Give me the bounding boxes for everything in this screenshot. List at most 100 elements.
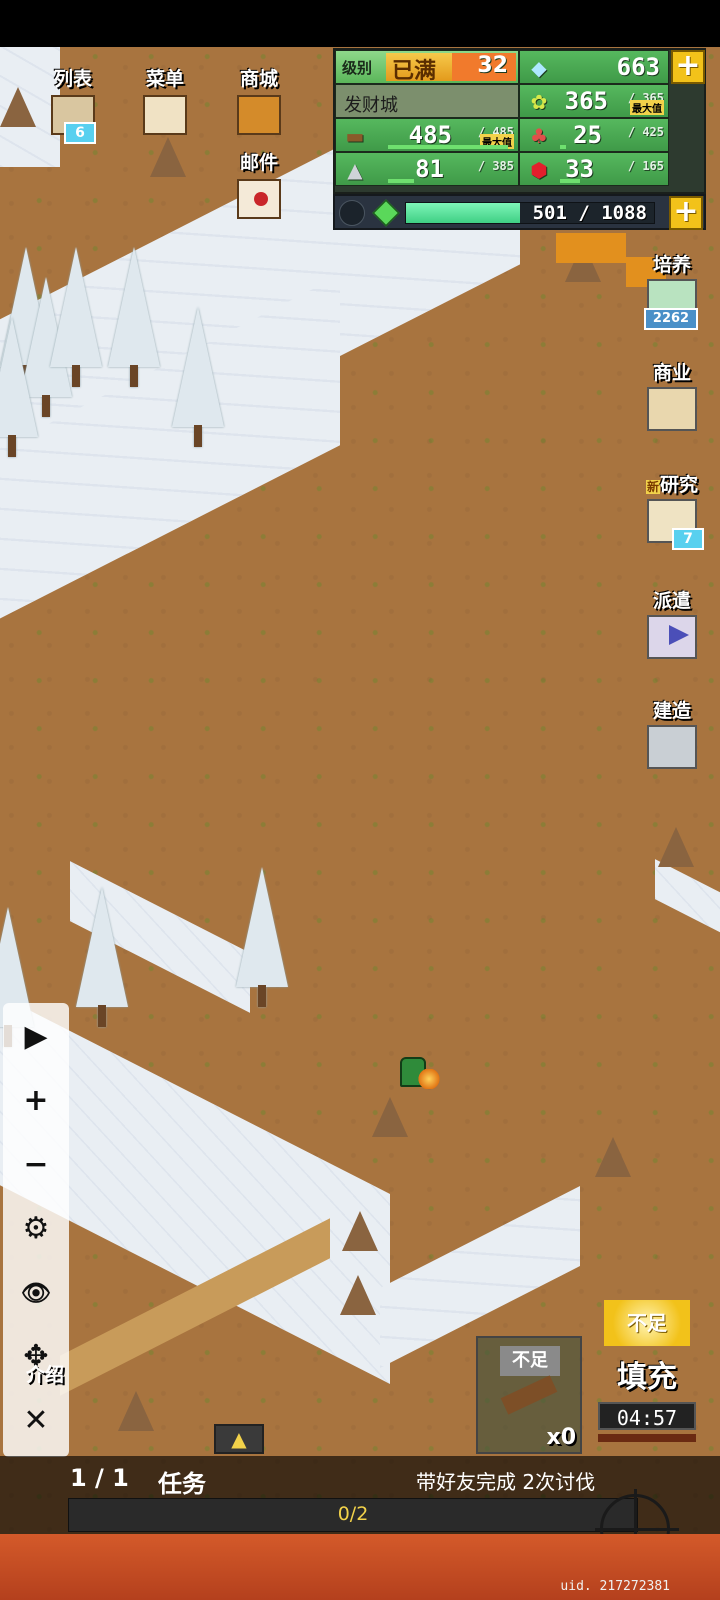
rock-spike — [340, 1275, 376, 1315]
new-tag: 新 — [645, 480, 660, 494]
business-label: 商业 — [652, 362, 691, 384]
hammer-icon — [500, 1375, 558, 1415]
ore-bar — [388, 179, 414, 183]
research-badge: 7 — [672, 528, 704, 550]
rock-spike — [0, 87, 36, 127]
grain-cell[interactable]: ✿ 365 / 365 最大值 — [519, 84, 669, 118]
wood-bar — [388, 145, 508, 149]
ore-icon: ▲ — [347, 158, 363, 182]
green-gem-icon — [372, 199, 400, 227]
level-value: 32 — [452, 53, 516, 81]
food-value: 25 — [573, 121, 602, 149]
ore-max: / 385 — [477, 159, 514, 173]
settings-icon[interactable]: ⚙ — [3, 1201, 69, 1257]
expand-arrow-button[interactable]: ▲ — [214, 1424, 264, 1454]
grain-icon: ✿ — [530, 90, 548, 114]
town-name-cell[interactable]: 发财城 — [335, 84, 519, 118]
gems-cell[interactable]: ◆ 663 — [519, 50, 669, 84]
dispatch-button[interactable]: 派遣 — [642, 586, 702, 659]
intro-label: 介绍 — [26, 1364, 65, 1386]
ruby-max: / 165 — [627, 159, 664, 173]
level-cell[interactable]: 级别 已满 32 — [335, 50, 519, 84]
hide-icon[interactable]: 👁 — [3, 1265, 69, 1321]
snow-tree — [50, 247, 102, 387]
train-badge: 2262 — [644, 308, 698, 330]
rock-spike — [118, 1391, 154, 1431]
fill-timer: 04:57 — [598, 1402, 696, 1430]
business-button[interactable]: 商业 — [642, 358, 702, 431]
food-cell[interactable]: ♣ 25 / 425 — [519, 118, 669, 152]
task-description: 带好友完成 2次讨伐 — [416, 1470, 596, 1494]
research-label: 新研究 — [645, 474, 699, 496]
town-name: 发财城 — [344, 95, 398, 116]
fill-label: 填充 — [617, 1360, 677, 1395]
train-label: 培养 — [652, 254, 691, 276]
train-button[interactable]: 培养 2262 — [642, 250, 702, 330]
task-counter: 1 / 1 — [70, 1464, 129, 1492]
zoom-out-icon[interactable]: − — [3, 1137, 69, 1193]
ore-cell[interactable]: ▲ 81 / 385 — [335, 152, 519, 186]
food-icon: ♣ — [530, 124, 548, 148]
close-icon[interactable]: ✕ — [3, 1393, 69, 1449]
buy-energy-button[interactable]: + — [669, 196, 703, 230]
lava-patch — [556, 233, 626, 263]
ore-value: 81 — [415, 155, 444, 183]
floating-controls: ▶ + − ⚙ 👁 ✥ ✕ — [3, 1003, 69, 1457]
snow-tree — [236, 867, 288, 1007]
research-button[interactable]: 新研究 7 — [642, 470, 704, 550]
level-label: 级别 — [342, 59, 373, 77]
dispatch-label: 派遣 — [652, 590, 691, 612]
list-badge: 6 — [64, 122, 96, 144]
list-menu-button[interactable]: 列表 6 — [38, 64, 108, 144]
grain-value: 365 — [564, 87, 608, 115]
gems-value: 663 — [616, 53, 660, 81]
hammer-item-card[interactable]: 不足 x0 — [476, 1336, 582, 1454]
campfire — [418, 1069, 440, 1089]
energy-text: 501 / 1088 — [532, 202, 647, 224]
mail-button[interactable]: 邮件 — [224, 148, 294, 219]
build-button[interactable]: 建造 — [642, 696, 702, 769]
task-progress-text: 0/2 — [337, 1503, 369, 1525]
energy-bar[interactable]: 501 / 1088 + — [333, 194, 706, 230]
signboard-icon — [143, 95, 187, 135]
snow-patch — [655, 859, 720, 935]
diamond-icon: ◆ — [531, 56, 547, 80]
zoom-in-icon[interactable]: + — [3, 1073, 69, 1129]
buy-gems-button[interactable]: + — [671, 50, 705, 84]
rock-spike — [150, 137, 186, 177]
rock-spike — [595, 1137, 631, 1177]
log-icon: ▬ — [345, 124, 365, 148]
fill-button[interactable]: 不足 填充 04:57 — [590, 1296, 704, 1452]
ruby-bar — [560, 179, 580, 183]
list-label: 列表 — [53, 68, 92, 90]
resource-panel: 级别 已满 32 ◆ 663 发财城 ✿ 365 / 365 最大值 ▬ 485… — [333, 48, 706, 194]
food-bar — [560, 145, 566, 149]
flag-icon — [647, 615, 697, 659]
shop-label: 商城 — [239, 68, 278, 90]
rock-spike — [372, 1097, 408, 1137]
menu-label: 菜单 — [145, 68, 184, 90]
build-label: 建造 — [652, 700, 691, 722]
task-label: 任务 — [158, 1470, 206, 1498]
menu-button[interactable]: 菜单 — [130, 64, 200, 135]
insufficient-tag: 不足 — [500, 1346, 560, 1376]
wax-seal-icon — [254, 192, 268, 206]
ruby-icon: ⬢ — [530, 158, 548, 182]
hammer-icon — [647, 725, 697, 769]
shop-button[interactable]: 商城 — [224, 64, 294, 135]
fill-timer-bar — [598, 1434, 696, 1442]
grain-max-tag: 最大值 — [630, 100, 664, 115]
envelope-icon — [237, 179, 281, 219]
uid-text: uid. 217272381 — [560, 1579, 670, 1594]
play-icon[interactable]: ▶ — [3, 1009, 69, 1065]
hammer-count: x0 — [546, 1425, 577, 1450]
snow-tree — [0, 317, 38, 457]
house-icon — [647, 387, 697, 431]
moon-icon — [339, 200, 365, 226]
rock-spike — [658, 827, 694, 867]
ruby-cell[interactable]: ⬢ 33 / 165 — [519, 152, 669, 186]
wood-cell[interactable]: ▬ 485 / 485 最大值 — [335, 118, 519, 152]
snow-tree — [172, 307, 224, 447]
treasure-chest-icon — [237, 95, 281, 135]
snow-tree — [76, 887, 128, 1027]
